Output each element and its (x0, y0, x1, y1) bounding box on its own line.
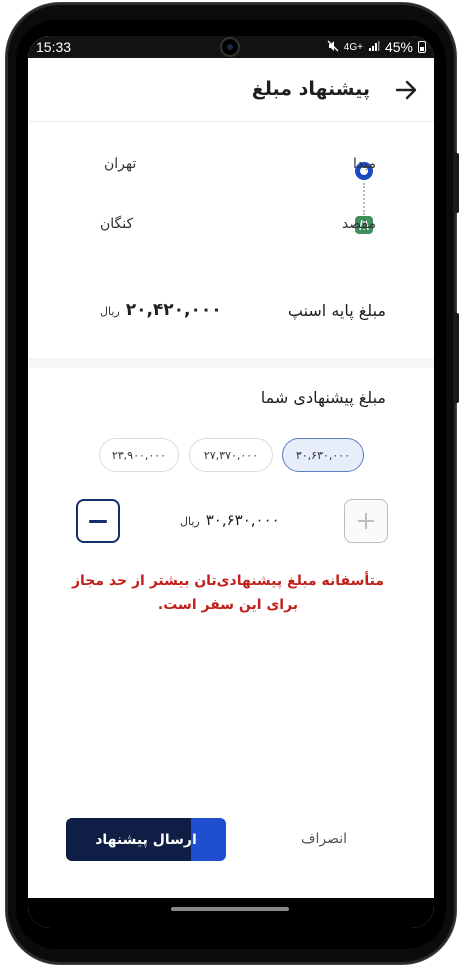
origin-label: مبدا (353, 156, 376, 172)
offer-title: مبلغ پیشنهادی شما (260, 388, 386, 407)
battery-icon (418, 41, 426, 53)
offer-amount-value: ۳۰,۶۳۰,۰۰۰ (205, 511, 280, 529)
network-icon: 4G+ (343, 41, 363, 53)
arrow-right-icon[interactable] (392, 76, 420, 104)
base-fare-unit: ریال (100, 305, 120, 318)
base-fare-amount: ۲۰,۴۲۰,۰۰۰ ریال (100, 300, 222, 320)
cancel-button[interactable]: انصراف (284, 818, 364, 860)
destination-label: مقصد (341, 216, 376, 232)
signal-icon (368, 39, 380, 55)
destination-value: کنگان (100, 216, 134, 232)
submit-offer-button[interactable]: ارسال پیشنهاد (66, 818, 226, 861)
battery-percent: 45% (384, 39, 413, 55)
power-button (453, 313, 459, 403)
home-indicator[interactable] (171, 907, 289, 911)
offer-chip-3[interactable]: ۲۳,۹۰۰,۰۰۰ (99, 438, 179, 472)
app-screen: 15:33 4G+ 45% پیشنهاد مبلغ مبدا تهران مق… (28, 36, 434, 928)
page-header: پیشنهاد مبلغ (28, 58, 434, 122)
status-bar: 15:33 4G+ 45% (28, 36, 434, 58)
front-camera (220, 37, 240, 57)
decrease-button[interactable] (76, 499, 120, 543)
page-title: پیشنهاد مبلغ (251, 78, 370, 100)
nav-area (28, 898, 434, 928)
offer-chip-2[interactable]: ۲۷,۳۷۰,۰۰۰ (189, 438, 273, 472)
route-connector (363, 183, 365, 215)
volume-button (453, 153, 459, 213)
base-fare-value: ۲۰,۴۲۰,۰۰۰ (125, 300, 222, 320)
status-icons: 4G+ 45% (327, 39, 426, 55)
offer-amount: ۳۰,۶۳۰,۰۰۰ ریال (180, 511, 280, 529)
section-divider (28, 358, 434, 368)
offer-chip-1[interactable]: ۳۰,۶۳۰,۰۰۰ (282, 438, 364, 472)
status-time: 15:33 (36, 39, 72, 55)
mute-icon (327, 39, 339, 55)
origin-value: تهران (104, 156, 137, 172)
base-fare-label: مبلغ پایه اسنپ (287, 301, 386, 320)
error-message: متأسفانه مبلغ پیشنهادی‌تان بیشتر از حد م… (71, 573, 385, 613)
increase-button[interactable] (344, 499, 388, 543)
offer-amount-unit: ریال (180, 515, 200, 528)
